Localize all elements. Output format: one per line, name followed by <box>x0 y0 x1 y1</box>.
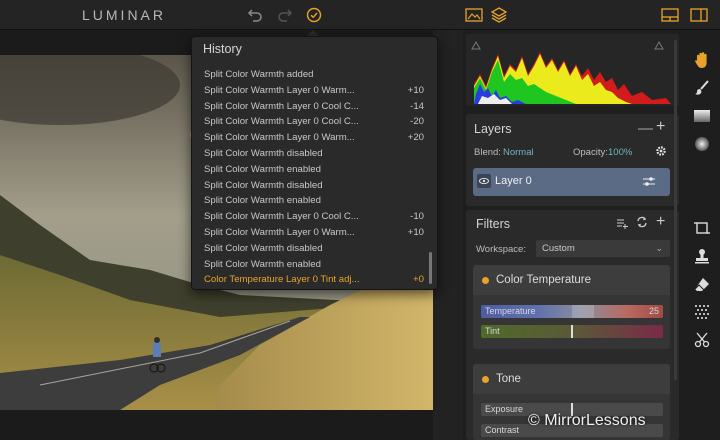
history-scrollbar[interactable] <box>429 252 432 284</box>
history-item[interactable]: Split Color Warmth Layer 0 Cool C... -10 <box>192 209 428 225</box>
history-item[interactable]: Split Color Warmth disabled <box>192 178 428 194</box>
history-item[interactable]: Split Color Warmth added <box>192 67 428 83</box>
tint-slider[interactable]: Tint <box>481 325 663 338</box>
crop-tool-icon[interactable] <box>692 218 712 238</box>
history-popup: History Split Color Warmth added Split Co… <box>191 36 438 290</box>
watermark: © MirrorLessons <box>528 412 646 429</box>
history-item[interactable]: Split Color Warmth disabled <box>192 146 428 162</box>
history-item-label: Split Color Warmth Layer 0 Warm... <box>204 132 355 144</box>
layers-title: Layers <box>474 122 512 136</box>
workspace-dropdown[interactable]: Custom ⌄ <box>536 240 670 257</box>
history-item-label: Split Color Warmth enabled <box>204 258 321 270</box>
history-item-value: -20 <box>410 116 424 128</box>
redo-icon[interactable] <box>275 5 295 25</box>
blend-mode-dropdown[interactable]: Normal <box>503 147 534 158</box>
add-layer-icon[interactable]: + <box>656 118 665 136</box>
opacity-value[interactable]: 100% <box>608 147 632 158</box>
history-item-value: +10 <box>407 226 424 238</box>
brush-tool-icon[interactable] <box>692 78 712 98</box>
exposure-label: Exposure <box>485 404 524 414</box>
stamp-tool-icon[interactable] <box>692 246 712 266</box>
history-check-icon[interactable] <box>304 5 324 25</box>
add-filter-icon[interactable]: + <box>656 213 665 231</box>
history-item-value: +0 <box>413 274 424 285</box>
history-item-label: Split Color Warmth Layer 0 Warm... <box>204 84 355 96</box>
history-item[interactable]: Split Color Warmth enabled <box>192 162 428 178</box>
temperature-value: 25 <box>648 306 659 316</box>
tone-title: Tone <box>496 373 521 385</box>
tools-column <box>683 30 720 440</box>
layer-settings-gear-icon[interactable] <box>655 145 667 160</box>
history-item[interactable]: Split Color Warmth disabled <box>192 241 428 257</box>
tint-handle[interactable] <box>571 325 573 338</box>
history-item-clipped <box>192 59 428 67</box>
temperature-label: Temperature <box>485 306 536 316</box>
history-title: History <box>203 42 242 56</box>
history-item[interactable]: Split Color Warmth Layer 0 Cool C... -14 <box>192 99 428 115</box>
history-item[interactable]: Split Color Warmth Layer 0 Warm... +10 <box>192 83 428 99</box>
filter-enabled-dot[interactable] <box>482 277 489 284</box>
histogram-graph <box>471 40 671 104</box>
collapse-layers-icon[interactable]: — <box>638 120 653 137</box>
chevron-down-icon: ⌄ <box>655 243 663 253</box>
history-item-value: -10 <box>410 211 424 223</box>
eraser-tool-icon[interactable] <box>692 274 712 294</box>
scissors-tool-icon[interactable] <box>692 330 712 350</box>
app-logo: LUMINAR <box>82 7 167 23</box>
image-compare-icon[interactable] <box>464 5 484 25</box>
history-item[interactable]: Split Color Warmth Layer 0 Cool C... -20 <box>192 114 428 130</box>
history-item-value: +20 <box>407 132 424 144</box>
history-item-label: Split Color Warmth Layer 0 Cool C... <box>204 211 359 223</box>
history-item-label: Split Color Warmth Layer 0 Cool C... <box>204 100 359 112</box>
history-item-value: -14 <box>410 100 424 112</box>
temperature-slider[interactable]: Temperature 25 <box>481 305 663 318</box>
gradient-tool-icon[interactable] <box>692 106 712 126</box>
top-toolbar: LUMINAR <box>0 0 720 30</box>
history-item-label: Color Temperature Layer 0 Tint adj... <box>204 274 360 285</box>
radial-tool-icon[interactable] <box>692 134 712 154</box>
history-item-label: Split Color Warmth Layer 0 Cool C... <box>204 116 359 128</box>
layout-panel-icon[interactable] <box>660 5 680 25</box>
history-list: Split Color Warmth added Split Color Warm… <box>192 59 428 285</box>
right-panel-scrollbar[interactable] <box>674 40 677 380</box>
history-item-label: Split Color Warmth Layer 0 Warm... <box>204 226 355 238</box>
history-item[interactable]: Split Color Warmth Layer 0 Warm... +10 <box>192 225 428 241</box>
color-temperature-filter: Color Temperature Temperature 25 Tint <box>473 265 670 349</box>
filters-title: Filters <box>476 217 511 231</box>
layer-name: Layer 0 <box>495 175 532 187</box>
undo-icon[interactable] <box>245 5 265 25</box>
workspace-value: Custom <box>542 243 575 254</box>
workspace-label: Workspace: <box>476 244 526 255</box>
history-item[interactable]: Split Color Warmth enabled <box>192 193 428 209</box>
add-filter-list-icon[interactable] <box>616 217 628 232</box>
history-item-label: Split Color Warmth enabled <box>204 163 321 175</box>
filter-enabled-dot[interactable] <box>482 376 489 383</box>
history-item-label: Split Color Warmth enabled <box>204 195 321 207</box>
refresh-filters-icon[interactable] <box>636 216 648 231</box>
layer-item-layer-0[interactable]: Layer 0 <box>473 168 670 196</box>
hand-tool-icon[interactable] <box>692 50 712 70</box>
layer-visibility-eye-icon[interactable] <box>477 174 491 188</box>
temperature-fill <box>572 305 594 318</box>
history-item[interactable]: Color Temperature Layer 0 Tint adj... +0 <box>192 272 428 285</box>
history-item[interactable]: Split Color Warmth enabled <box>192 257 428 273</box>
history-item-label: Split Color Warmth disabled <box>204 242 323 254</box>
color-temperature-title: Color Temperature <box>496 274 592 286</box>
histogram <box>466 34 679 106</box>
history-item-label: Split Color Warmth added <box>204 69 314 80</box>
noise-tool-icon[interactable] <box>692 302 712 322</box>
layers-stack-icon[interactable] <box>489 5 509 25</box>
contrast-label: Contrast <box>485 425 520 435</box>
layer-adjust-sliders-icon[interactable] <box>642 176 656 191</box>
history-item-label: Split Color Warmth disabled <box>204 147 323 159</box>
history-item[interactable]: Split Color Warmth Layer 0 Warm... +20 <box>192 130 428 146</box>
fullscreen-icon[interactable] <box>689 5 709 25</box>
tint-label: Tint <box>485 326 500 336</box>
history-item-label: Split Color Warmth disabled <box>204 179 323 191</box>
history-item-value: +10 <box>407 84 424 96</box>
opacity-label: Opacity: <box>573 147 608 158</box>
blend-label: Blend: <box>474 147 501 158</box>
